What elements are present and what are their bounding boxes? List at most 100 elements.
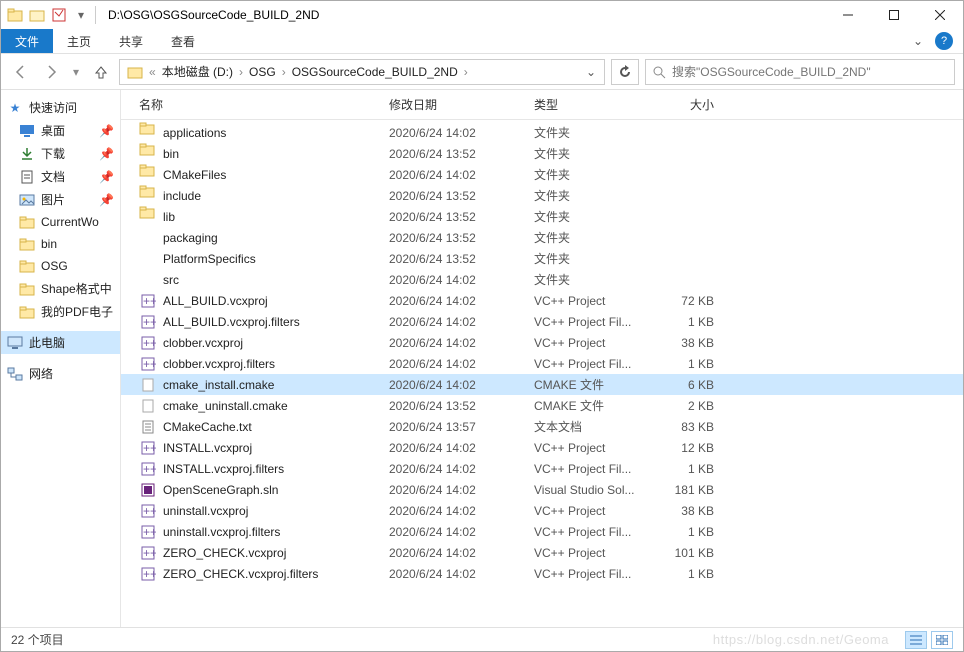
- file-icon: ++: [139, 314, 157, 330]
- search-input[interactable]: [672, 65, 948, 79]
- file-type: CMAKE 文件: [534, 397, 644, 414]
- ribbon-tab-home[interactable]: 主页: [53, 29, 105, 53]
- sidebar-item[interactable]: 图片📌: [1, 188, 120, 211]
- column-name[interactable]: 名称: [139, 96, 389, 113]
- file-row[interactable]: bin2020/6/24 13:52文件夹: [121, 143, 963, 164]
- file-type: 文件夹: [534, 250, 644, 267]
- qat-properties-icon[interactable]: [51, 7, 67, 23]
- file-row[interactable]: include2020/6/24 13:52文件夹: [121, 185, 963, 206]
- search-box[interactable]: [645, 59, 955, 85]
- breadcrumb-item[interactable]: OSG: [246, 65, 279, 79]
- sidebar-item[interactable]: 下载📌: [1, 142, 120, 165]
- file-name: packaging: [163, 231, 389, 245]
- file-row[interactable]: ++ALL_BUILD.vcxproj2020/6/24 14:02VC++ P…: [121, 290, 963, 311]
- view-large-icons-button[interactable]: [931, 631, 953, 649]
- file-row[interactable]: CMakeFiles2020/6/24 14:02文件夹: [121, 164, 963, 185]
- file-name: include: [163, 189, 389, 203]
- sidebar-item[interactable]: 文档 📌: [1, 165, 120, 188]
- file-row[interactable]: cmake_uninstall.cmake2020/6/24 13:52CMAK…: [121, 395, 963, 416]
- file-size: 83 KB: [644, 420, 724, 434]
- forward-button[interactable]: [39, 60, 63, 84]
- file-row[interactable]: ++ALL_BUILD.vcxproj.filters2020/6/24 14:…: [121, 311, 963, 332]
- file-size: 1 KB: [644, 315, 724, 329]
- column-type[interactable]: 类型: [534, 96, 644, 113]
- file-icon: ++: [139, 566, 157, 582]
- column-size[interactable]: 大小: [644, 96, 724, 113]
- breadcrumb-item[interactable]: 本地磁盘 (D:): [159, 63, 236, 80]
- network[interactable]: 网络: [1, 362, 120, 385]
- sidebar-item-label: 文档: [41, 168, 65, 185]
- ribbon-tab-share[interactable]: 共享: [105, 29, 157, 53]
- ribbon-tab-view[interactable]: 查看: [157, 29, 209, 53]
- file-icon: [139, 482, 157, 498]
- refresh-button[interactable]: [611, 59, 639, 85]
- file-row[interactable]: CMakeCache.txt2020/6/24 13:57文本文档83 KB: [121, 416, 963, 437]
- sidebar-item[interactable]: 我的PDF电子: [1, 300, 120, 323]
- file-date: 2020/6/24 13:52: [389, 252, 534, 266]
- svg-text:++: ++: [143, 525, 156, 539]
- minimize-button[interactable]: [825, 1, 871, 29]
- recent-dropdown-icon[interactable]: ▾: [69, 60, 83, 84]
- this-pc[interactable]: 此电脑: [1, 331, 120, 354]
- quick-access[interactable]: ★ 快速访问: [1, 96, 120, 119]
- file-row[interactable]: cmake_install.cmake2020/6/24 14:02CMAKE …: [121, 374, 963, 395]
- folder-icon: [19, 214, 35, 230]
- address-dropdown-icon[interactable]: ⌄: [582, 65, 600, 79]
- svg-text:++: ++: [143, 336, 156, 350]
- breadcrumb-chevron[interactable]: ›: [281, 65, 287, 79]
- file-row[interactable]: PlatformSpecifics2020/6/24 13:52文件夹: [121, 248, 963, 269]
- view-details-button[interactable]: [905, 631, 927, 649]
- file-row[interactable]: OpenSceneGraph.sln2020/6/24 14:02Visual …: [121, 479, 963, 500]
- maximize-button[interactable]: [871, 1, 917, 29]
- pin-icon: 📌: [99, 170, 114, 184]
- sidebar-item[interactable]: CurrentWo: [1, 211, 120, 233]
- ribbon-expand-icon[interactable]: ⌄: [905, 29, 931, 53]
- doc-icon: [19, 169, 35, 185]
- file-row[interactable]: ++uninstall.vcxproj2020/6/24 14:02VC++ P…: [121, 500, 963, 521]
- file-size: 1 KB: [644, 567, 724, 581]
- sidebar-item[interactable]: 桌面📌: [1, 119, 120, 142]
- titlebar-separator: [95, 6, 96, 24]
- breadcrumb-chevron[interactable]: ›: [238, 65, 244, 79]
- qat-dropdown-icon[interactable]: ▾: [73, 7, 89, 23]
- file-row[interactable]: src2020/6/24 14:02文件夹: [121, 269, 963, 290]
- column-date[interactable]: 修改日期: [389, 96, 534, 113]
- sidebar-item[interactable]: bin: [1, 233, 120, 255]
- file-row[interactable]: ++ZERO_CHECK.vcxproj.filters2020/6/24 14…: [121, 563, 963, 584]
- breadcrumb-item[interactable]: OSGSourceCode_BUILD_2ND: [289, 65, 461, 79]
- breadcrumb-icon[interactable]: [124, 64, 146, 80]
- file-icon: [139, 398, 157, 414]
- sidebar-item[interactable]: OSG: [1, 255, 120, 277]
- sidebar-item-label: OSG: [41, 259, 68, 273]
- file-date: 2020/6/24 13:52: [389, 210, 534, 224]
- svg-text:++: ++: [143, 315, 156, 329]
- item-count: 22 个项目: [11, 631, 64, 648]
- close-button[interactable]: [917, 1, 963, 29]
- file-row[interactable]: ++clobber.vcxproj.filters2020/6/24 14:02…: [121, 353, 963, 374]
- qat-folder-icon[interactable]: [29, 7, 45, 23]
- file-list[interactable]: applications2020/6/24 14:02文件夹bin2020/6/…: [121, 120, 963, 627]
- sidebar-item[interactable]: Shape格式中: [1, 277, 120, 300]
- file-row[interactable]: ++clobber.vcxproj2020/6/24 14:02VC++ Pro…: [121, 332, 963, 353]
- back-button[interactable]: [9, 60, 33, 84]
- column-headers[interactable]: 名称 修改日期 类型 大小: [121, 90, 963, 120]
- file-row[interactable]: ++uninstall.vcxproj.filters2020/6/24 14:…: [121, 521, 963, 542]
- file-row[interactable]: ++INSTALL.vcxproj.filters2020/6/24 14:02…: [121, 458, 963, 479]
- file-name: clobber.vcxproj: [163, 336, 389, 350]
- file-row[interactable]: ++ZERO_CHECK.vcxproj2020/6/24 14:02VC++ …: [121, 542, 963, 563]
- svg-text:++: ++: [143, 357, 156, 371]
- file-size: 38 KB: [644, 504, 724, 518]
- file-list-pane: 名称 修改日期 类型 大小 applications2020/6/24 14:0…: [121, 90, 963, 627]
- file-row[interactable]: lib2020/6/24 13:52文件夹: [121, 206, 963, 227]
- breadcrumb-chevron[interactable]: «: [148, 65, 157, 79]
- up-button[interactable]: [89, 60, 113, 84]
- file-icon: [139, 377, 157, 393]
- file-date: 2020/6/24 14:02: [389, 378, 534, 392]
- ribbon-tab-file[interactable]: 文件: [1, 29, 53, 53]
- file-row[interactable]: packaging2020/6/24 13:52文件夹: [121, 227, 963, 248]
- file-row[interactable]: ++INSTALL.vcxproj2020/6/24 14:02VC++ Pro…: [121, 437, 963, 458]
- help-icon[interactable]: ?: [935, 32, 953, 50]
- breadcrumb-chevron[interactable]: ›: [463, 65, 469, 79]
- file-row[interactable]: applications2020/6/24 14:02文件夹: [121, 122, 963, 143]
- address-bar[interactable]: « 本地磁盘 (D:) › OSG › OSGSourceCode_BUILD_…: [119, 59, 605, 85]
